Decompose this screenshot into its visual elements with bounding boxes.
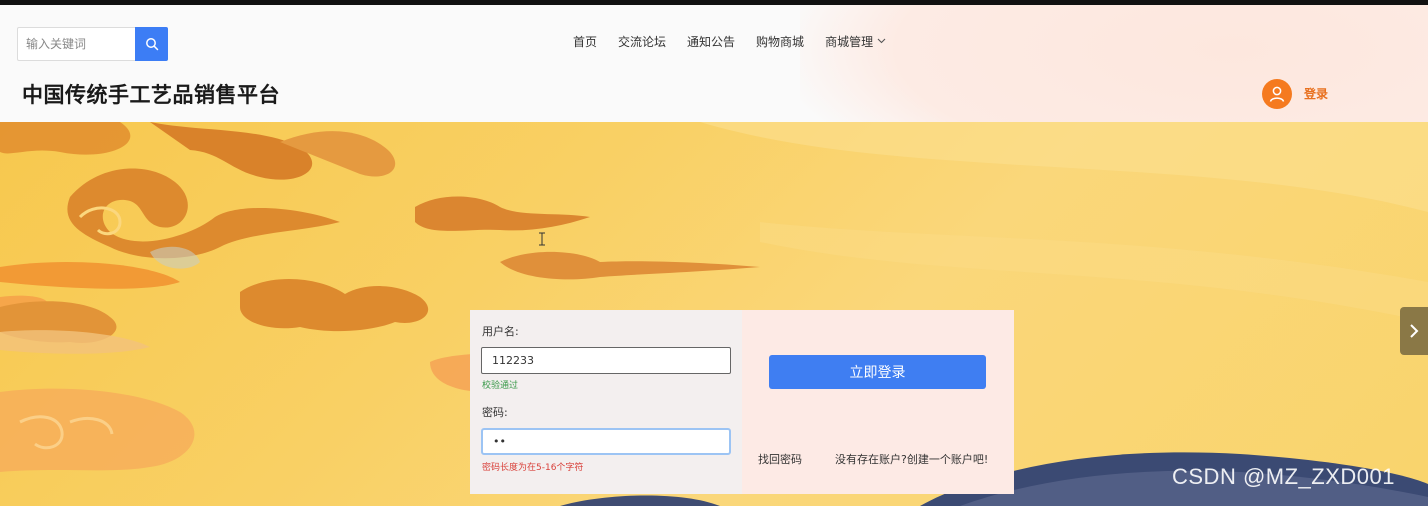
nav-item-label: 商城管理 xyxy=(825,34,874,49)
site-title: 中国传统手工艺品销售平台 xyxy=(22,83,280,107)
chevron-right-icon xyxy=(1410,324,1419,338)
nav-item-label: 通知公告 xyxy=(687,34,736,49)
nav-item-shop[interactable]: 购物商城 xyxy=(756,33,804,50)
search-icon xyxy=(145,38,158,51)
search-button[interactable] xyxy=(135,27,168,61)
main-nav: 首页 交流论坛 通知公告 购物商城 商城管理 xyxy=(573,31,907,51)
nav-item-shop-admin[interactable]: 商城管理 xyxy=(825,33,886,50)
username-validation-message: 校验通过 xyxy=(482,381,519,391)
login-form-panel: 用户名: 校验通过 密码: 密码长度为在5-16个字符 xyxy=(470,310,742,494)
login-submit-button[interactable]: 立即登录 xyxy=(769,355,986,389)
search-input[interactable] xyxy=(17,27,135,61)
nav-item-forum[interactable]: 交流论坛 xyxy=(618,33,666,50)
header-decoration xyxy=(800,5,1428,122)
login-card: 用户名: 校验通过 密码: 密码长度为在5-16个字符 立即登录 找回密码 没有… xyxy=(470,310,1014,494)
text-cursor-icon xyxy=(539,232,545,246)
password-label: 密码: xyxy=(482,406,508,419)
password-validation-message: 密码长度为在5-16个字符 xyxy=(482,463,584,473)
nav-item-label: 首页 xyxy=(573,34,598,49)
username-label: 用户名: xyxy=(482,325,519,338)
user-icon xyxy=(1269,86,1285,102)
password-input[interactable] xyxy=(481,428,731,455)
login-link[interactable]: 登录 xyxy=(1304,85,1328,102)
nav-item-home[interactable]: 首页 xyxy=(573,33,597,50)
nav-item-label: 购物商城 xyxy=(756,34,805,49)
avatar[interactable] xyxy=(1262,79,1292,109)
watermark: CSDN @MZ_ZXD001 xyxy=(1172,464,1395,489)
carousel-next-button[interactable] xyxy=(1400,307,1428,355)
nav-item-label: 交流论坛 xyxy=(618,34,667,49)
site-header: 首页 交流论坛 通知公告 购物商城 商城管理 中国传统手工艺品销售平台 登录 xyxy=(0,5,1428,122)
nav-item-notices[interactable]: 通知公告 xyxy=(687,33,735,50)
forgot-password-link[interactable]: 找回密码 xyxy=(758,451,802,467)
hero-banner: 用户名: 校验通过 密码: 密码长度为在5-16个字符 立即登录 找回密码 没有… xyxy=(0,122,1428,506)
username-input[interactable] xyxy=(481,347,731,374)
chevron-down-icon xyxy=(877,38,886,44)
register-link[interactable]: 没有存在账户?创建一个账户吧! xyxy=(835,451,988,467)
login-actions-panel: 立即登录 找回密码 没有存在账户?创建一个账户吧! xyxy=(742,310,1014,494)
